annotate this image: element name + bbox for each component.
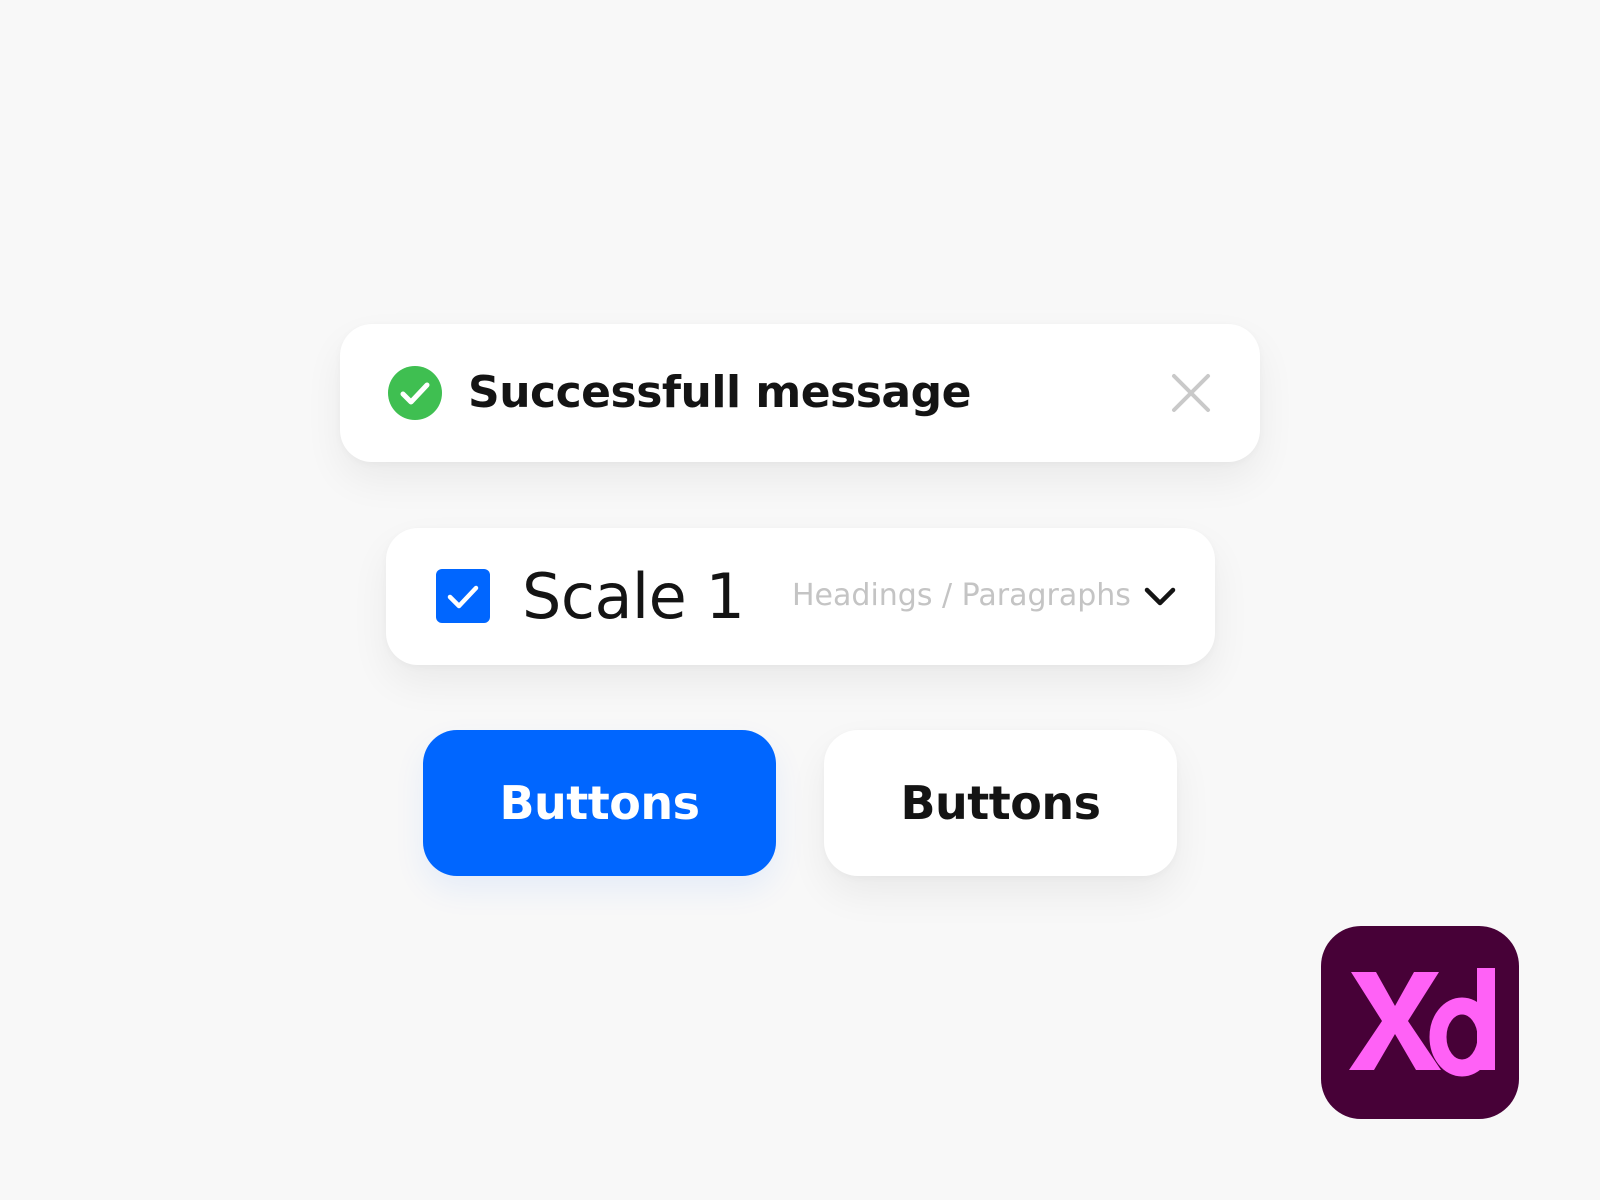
scale-row: Scale 1 Headings / Paragraphs <box>386 528 1215 665</box>
dropdown-selected-value: Headings / Paragraphs <box>792 578 1131 613</box>
secondary-button[interactable]: Buttons <box>824 730 1177 876</box>
chevron-down-icon <box>1144 587 1176 606</box>
heading-type-dropdown[interactable]: Headings / Paragraphs <box>792 558 1188 634</box>
scale-label: Scale 1 <box>522 560 745 633</box>
primary-button[interactable]: Buttons <box>423 730 776 876</box>
close-icon[interactable] <box>1166 368 1216 418</box>
scale-checkbox[interactable] <box>436 569 490 623</box>
check-circle-icon <box>388 366 442 420</box>
success-toast: Successfull message <box>340 324 1260 462</box>
adobe-xd-logo <box>1321 926 1519 1119</box>
checkmark-icon <box>447 585 479 609</box>
toast-message: Successfull message <box>468 367 971 418</box>
